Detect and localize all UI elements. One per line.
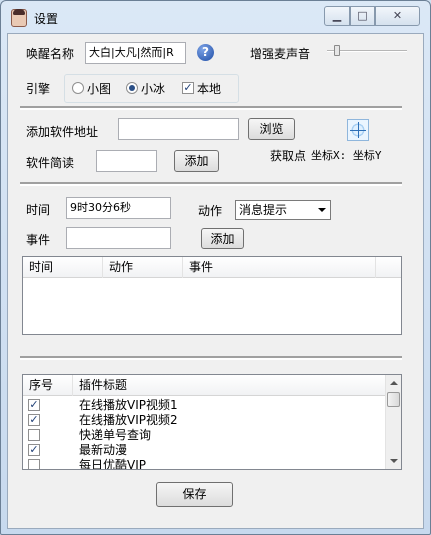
- crosshair-icon[interactable]: [347, 119, 369, 141]
- column-header-index[interactable]: 序号: [23, 375, 73, 396]
- software-read-label: 软件简读: [26, 156, 75, 170]
- chevron-down-icon: [318, 208, 326, 212]
- list-item[interactable]: ✓ 最新动漫: [23, 443, 387, 458]
- maximize-icon: □: [357, 9, 368, 22]
- plugin-title: 每日优酷VIP: [79, 458, 146, 470]
- maximize-button[interactable]: □: [350, 6, 375, 26]
- software-read-input[interactable]: [96, 150, 157, 172]
- event-label: 事件: [26, 233, 51, 247]
- browse-button[interactable]: 浏览: [248, 118, 295, 140]
- window-title: 设置: [34, 12, 59, 26]
- wake-name-label: 唤醒名称: [26, 47, 75, 61]
- plugin-checkbox[interactable]: [28, 459, 40, 469]
- engine-label: 引擎: [26, 82, 51, 96]
- column-header-action[interactable]: 动作: [103, 257, 183, 278]
- settings-window: 设置 ▁ □ ✕ 唤醒名称 大白|大凡|然而|R ? 增强麦声音 引擎 小图 小…: [0, 0, 431, 535]
- plugin-checkbox[interactable]: ✓: [28, 444, 40, 456]
- time-label: 时间: [26, 203, 51, 217]
- save-button[interactable]: 保存: [156, 482, 233, 507]
- volume-slider-thumb[interactable]: [334, 45, 340, 56]
- scroll-up-icon[interactable]: [390, 381, 398, 385]
- list-item[interactable]: 快递单号查询: [23, 428, 387, 443]
- help-icon[interactable]: ?: [197, 44, 214, 61]
- coordinate-readout: 坐标X: 坐标Y: [311, 149, 382, 162]
- avatar-icon: [11, 9, 27, 27]
- engine-radio-xiaobing[interactable]: [126, 82, 138, 94]
- action-select[interactable]: 消息提示: [235, 200, 331, 220]
- plugin-checkbox[interactable]: ✓: [28, 414, 40, 426]
- title-bar[interactable]: 设置 ▁ □ ✕: [1, 1, 430, 33]
- add-software-label: 添加软件地址: [26, 125, 99, 139]
- local-label: 本地: [197, 82, 222, 96]
- plugin-list-scrollbar[interactable]: [385, 375, 401, 469]
- plugin-list-header: 序号 插件标题: [23, 375, 387, 396]
- scroll-down-icon[interactable]: [390, 459, 398, 463]
- plugin-list[interactable]: 序号 插件标题 ✓ 在线播放VIP视频1 ✓ 在线播放VIP视频2 快递单号查询 ✓ 最新动…: [22, 374, 402, 470]
- separator: [20, 106, 402, 110]
- close-icon: ✕: [392, 9, 403, 22]
- time-input[interactable]: 9时30分6秒: [66, 197, 171, 219]
- engine-option-label: 小冰: [141, 82, 166, 96]
- list-item[interactable]: 每日优酷VIP: [23, 458, 387, 470]
- local-checkbox[interactable]: ✓: [182, 82, 194, 94]
- engine-radio-xiaotu[interactable]: [72, 82, 84, 94]
- schedule-table-header: 时间 动作 事件: [23, 257, 401, 278]
- wake-name-input[interactable]: 大白|大凡|然而|R: [85, 42, 186, 64]
- event-input[interactable]: [66, 227, 171, 249]
- engine-option-label: 小图: [87, 82, 112, 96]
- plugin-checkbox[interactable]: [28, 429, 40, 441]
- plugin-title: 在线播放VIP视频1: [79, 398, 178, 412]
- software-path-input[interactable]: [118, 118, 239, 140]
- minimize-icon: ▁: [332, 9, 342, 22]
- list-item[interactable]: ✓ 在线播放VIP视频1: [23, 398, 387, 413]
- scroll-thumb[interactable]: [387, 392, 400, 407]
- close-button[interactable]: ✕: [375, 6, 420, 26]
- column-header-event[interactable]: 事件: [183, 257, 376, 278]
- minimize-button[interactable]: ▁: [324, 6, 350, 26]
- plugin-title: 最新动漫: [79, 443, 128, 457]
- schedule-table[interactable]: 时间 动作 事件: [22, 256, 402, 335]
- list-item[interactable]: ✓ 在线播放VIP视频2: [23, 413, 387, 428]
- plugin-title: 快递单号查询: [79, 428, 152, 442]
- column-header-title[interactable]: 插件标题: [73, 375, 387, 396]
- plugin-checkbox[interactable]: ✓: [28, 399, 40, 411]
- separator: [20, 182, 402, 186]
- client-area: 唤醒名称 大白|大凡|然而|R ? 增强麦声音 引擎 小图 小冰 ✓ 本地 添加…: [7, 33, 424, 529]
- volume-label: 增强麦声音: [250, 47, 311, 61]
- column-header-time[interactable]: 时间: [23, 257, 103, 278]
- add-event-button[interactable]: 添加: [201, 228, 244, 249]
- plugin-title: 在线播放VIP视频2: [79, 413, 178, 427]
- action-label: 动作: [198, 204, 223, 218]
- separator: [20, 356, 402, 360]
- pick-point-label: 获取点: [270, 149, 307, 163]
- add-software-button[interactable]: 添加: [174, 150, 219, 172]
- action-select-value: 消息提示: [239, 203, 288, 217]
